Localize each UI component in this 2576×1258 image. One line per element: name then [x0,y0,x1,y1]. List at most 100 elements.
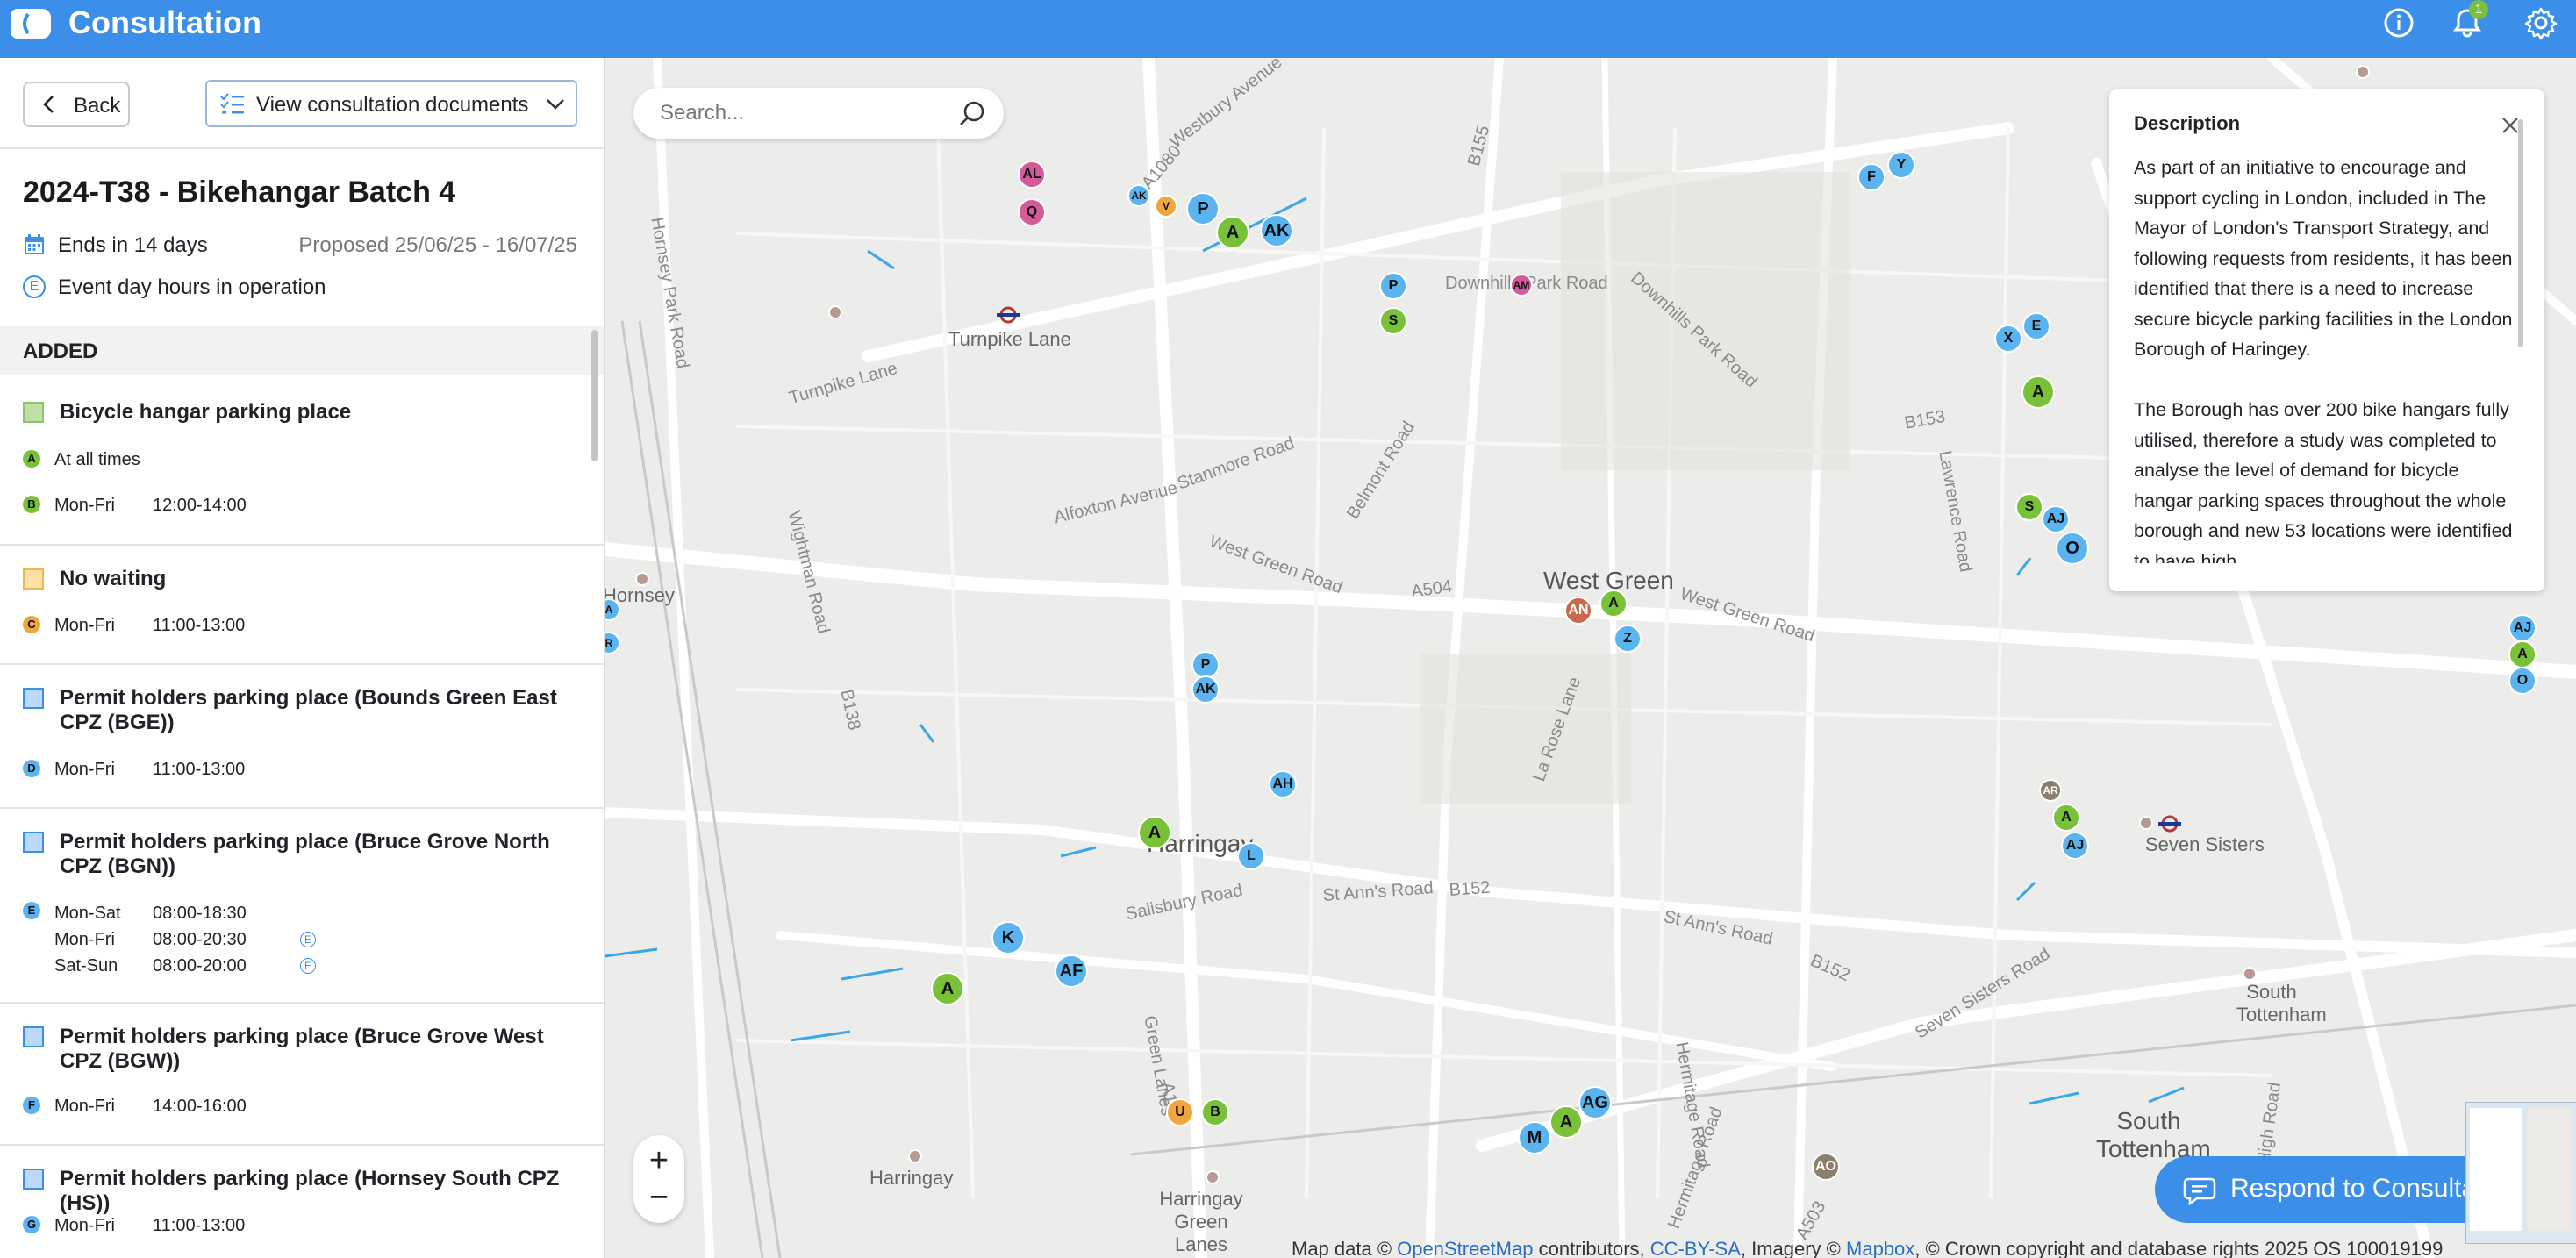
map-restriction-marker[interactable]: Y [1887,151,1915,179]
sidebar-panel: Back View consultation documents 2024-T3… [0,58,605,1258]
close-icon[interactable] [2501,116,2520,135]
zoom-out-button[interactable]: − [633,1181,684,1214]
legend-swatch-permit-bgw [23,1026,44,1047]
map-restriction-marker[interactable]: AK [1191,675,1220,704]
restriction-time: 08:00-18:30 [153,904,247,923]
map-restriction-marker[interactable]: AL [1018,161,1046,189]
section-header-added: ADDED [0,326,604,375]
map-restriction-marker[interactable]: AF [1055,954,1088,988]
map-restriction-marker[interactable]: AJ [2042,505,2070,533]
item-divider [0,807,604,809]
legend-item-title[interactable]: Permit holders parking place (Bruce Grov… [60,1025,569,1074]
thumbnail-map [2528,1108,2572,1231]
restriction-days: Mon-Fri [54,930,115,949]
restriction-time: 08:00-20:30 [153,930,247,949]
chevron-down-icon [547,99,564,110]
description-panel: Description As part of an initiative to … [2109,89,2544,591]
legend-item-title[interactable]: No waiting [60,567,569,591]
back-button[interactable]: Back [23,82,130,127]
legend-swatch-permit-hs [23,1169,44,1190]
map-place-label: South Tottenham [2096,1107,2211,1162]
underground-roundel-icon [2158,815,2181,833]
map-restriction-marker[interactable]: AR [2039,779,2062,802]
map-restriction-marker[interactable]: A [1599,590,1628,618]
map-restriction-marker[interactable]: A [2021,375,2055,409]
map-restriction-marker[interactable]: B [1201,1098,1229,1126]
map-restriction-marker[interactable]: A [1549,1105,1583,1139]
map-restriction-marker[interactable]: AK [1127,184,1150,207]
restriction-letter-d: D [23,760,40,777]
restriction-days: Mon-Fri [54,1216,115,1235]
search-input[interactable] [658,99,942,127]
legend-item-title[interactable]: Permit holders parking place (Hornsey So… [60,1167,569,1216]
map-restriction-marker[interactable]: AN [1564,597,1592,625]
restriction-time: 12:00-14:00 [153,496,247,515]
back-button-label: Back [74,94,121,118]
map-attribution: Map data © OpenStreetMap contributors, C… [1292,1238,2443,1258]
restriction-letter-f: F [23,1097,40,1114]
info-icon[interactable] [2381,5,2416,40]
map-restriction-marker[interactable]: AH [1269,770,1297,798]
description-scrollbar[interactable] [2518,119,2523,347]
map-restriction-marker[interactable]: F [1857,163,1885,191]
map-restriction-marker[interactable]: L [1237,842,1265,870]
map-restriction-marker[interactable]: S [1379,307,1407,335]
map-place-label: Harringay [869,1167,954,1189]
description-body: As part of an initiative to encourage an… [2134,157,2513,563]
map-restriction-marker[interactable]: X [1994,325,2022,353]
map-restriction-marker[interactable]: V [1155,195,1177,218]
station-dot [2139,816,2153,830]
map-restriction-marker[interactable]: AK [1260,214,1293,247]
restriction-letter-a: A [23,450,40,468]
map-restriction-marker[interactable]: U [1166,1098,1194,1126]
top-bar: Consultation 1 [0,0,2576,58]
map-restriction-marker[interactable]: S [2015,493,2043,521]
map-restriction-marker[interactable]: AJ [2061,832,2089,860]
restriction-time: 11:00-13:00 [153,760,246,779]
station-dot [908,1149,922,1163]
restriction-letter-b: B [23,496,40,513]
map-search-box[interactable] [633,88,1004,139]
restriction-days: Mon-Fri [54,496,115,515]
view-documents-button[interactable]: View consultation documents [205,80,577,127]
map-restriction-marker[interactable]: P [1186,192,1220,225]
map-restriction-marker[interactable]: O [2056,532,2089,565]
checklist-icon [220,93,244,114]
description-heading: Description [2134,112,2241,134]
restriction-days: Mon-Sat [54,904,121,923]
map-restriction-marker[interactable]: AJ [2508,614,2537,642]
legend-item-title[interactable]: Permit holders parking place (Bruce Grov… [60,830,569,879]
map-restriction-marker[interactable]: AO [1812,1153,1840,1181]
map-restriction-marker[interactable]: Z [1614,625,1642,653]
search-icon[interactable] [958,100,986,128]
map-restriction-marker[interactable]: P [1379,272,1407,300]
sidebar-scrollbar[interactable] [591,330,598,461]
osm-link[interactable]: OpenStreetMap [1397,1238,1533,1258]
legend-item-title[interactable]: Permit holders parking place (Bounds Gre… [60,686,569,735]
map-restriction-marker[interactable]: A [1216,216,1249,249]
map-restriction-marker[interactable]: A [2052,804,2080,832]
header-divider [0,147,604,149]
station-dot [1206,1170,1220,1184]
app-title: Consultation [68,4,261,40]
map-restriction-marker[interactable]: A [931,972,964,1005]
map-restriction-marker[interactable]: AM [1510,274,1533,297]
station-dot [2243,967,2257,981]
attribution-prefix: Map data © [1292,1238,1398,1258]
map-restriction-marker[interactable]: E [2022,312,2050,340]
legend-item-title[interactable]: Bicycle hangar parking place [60,400,569,425]
section-added-label: ADDED [23,340,98,363]
map-restriction-marker[interactable]: M [1518,1121,1551,1154]
map-restriction-marker[interactable]: K [991,921,1025,954]
map-restriction-marker[interactable]: A [1138,816,1171,849]
map-restriction-marker[interactable]: A [2508,640,2537,668]
settings-gear-icon[interactable] [2523,5,2558,40]
license-link[interactable]: CC-BY-SA [1650,1238,1741,1258]
mapbox-link[interactable]: Mapbox [1846,1238,1914,1258]
restriction-days: Sat-Sun [54,956,118,976]
map-restriction-marker[interactable]: O [2508,667,2537,695]
map-restriction-marker[interactable]: Q [1018,198,1046,226]
map-restriction-marker[interactable]: AG [1578,1086,1612,1119]
zoom-in-button[interactable]: + [633,1144,684,1177]
mini-map-thumbnail[interactable] [2465,1102,2576,1244]
